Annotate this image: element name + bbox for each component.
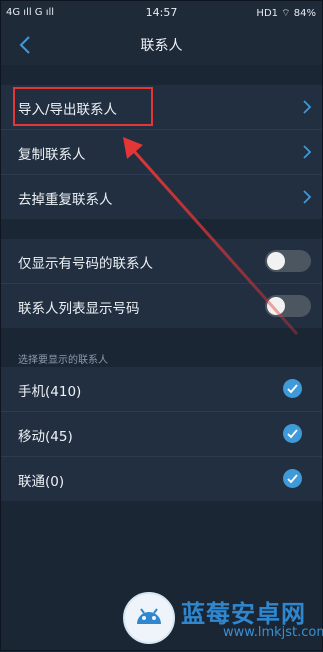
watermark-brand: 蓝莓安卓网 bbox=[181, 600, 306, 628]
watermark-url: www.lmkjst.com bbox=[223, 625, 323, 640]
watermark: 蓝莓安卓网 www.lmkjst.com bbox=[123, 590, 323, 648]
android-logo-icon bbox=[123, 592, 175, 644]
annotation-arrow bbox=[123, 137, 299, 335]
screen: 4G ıll G ıll 14:57 HD1 ⌔ 84% 联系人 导入/导出联系… bbox=[0, 0, 323, 651]
